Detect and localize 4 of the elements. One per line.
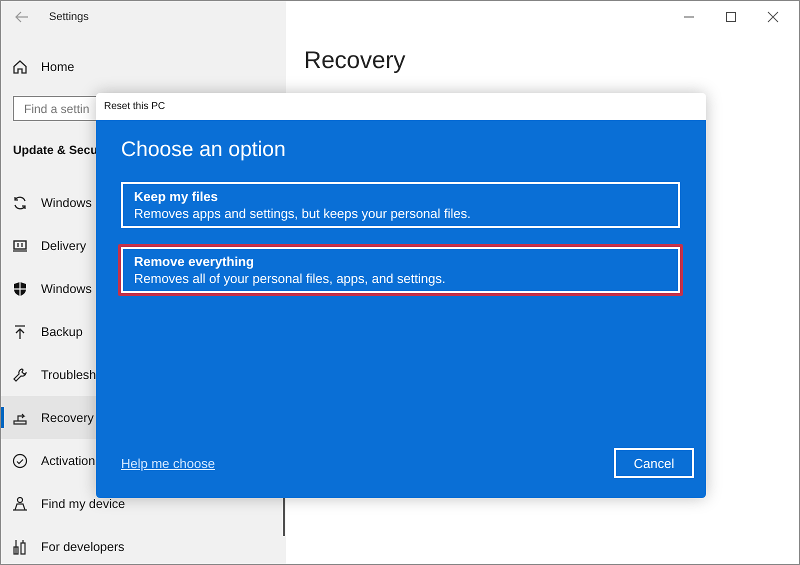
dialog-heading: Choose an option (121, 138, 287, 162)
page-title: Recovery (304, 47, 406, 75)
dialog-title: Reset this PC (104, 101, 166, 112)
window-title: Settings (49, 11, 89, 23)
